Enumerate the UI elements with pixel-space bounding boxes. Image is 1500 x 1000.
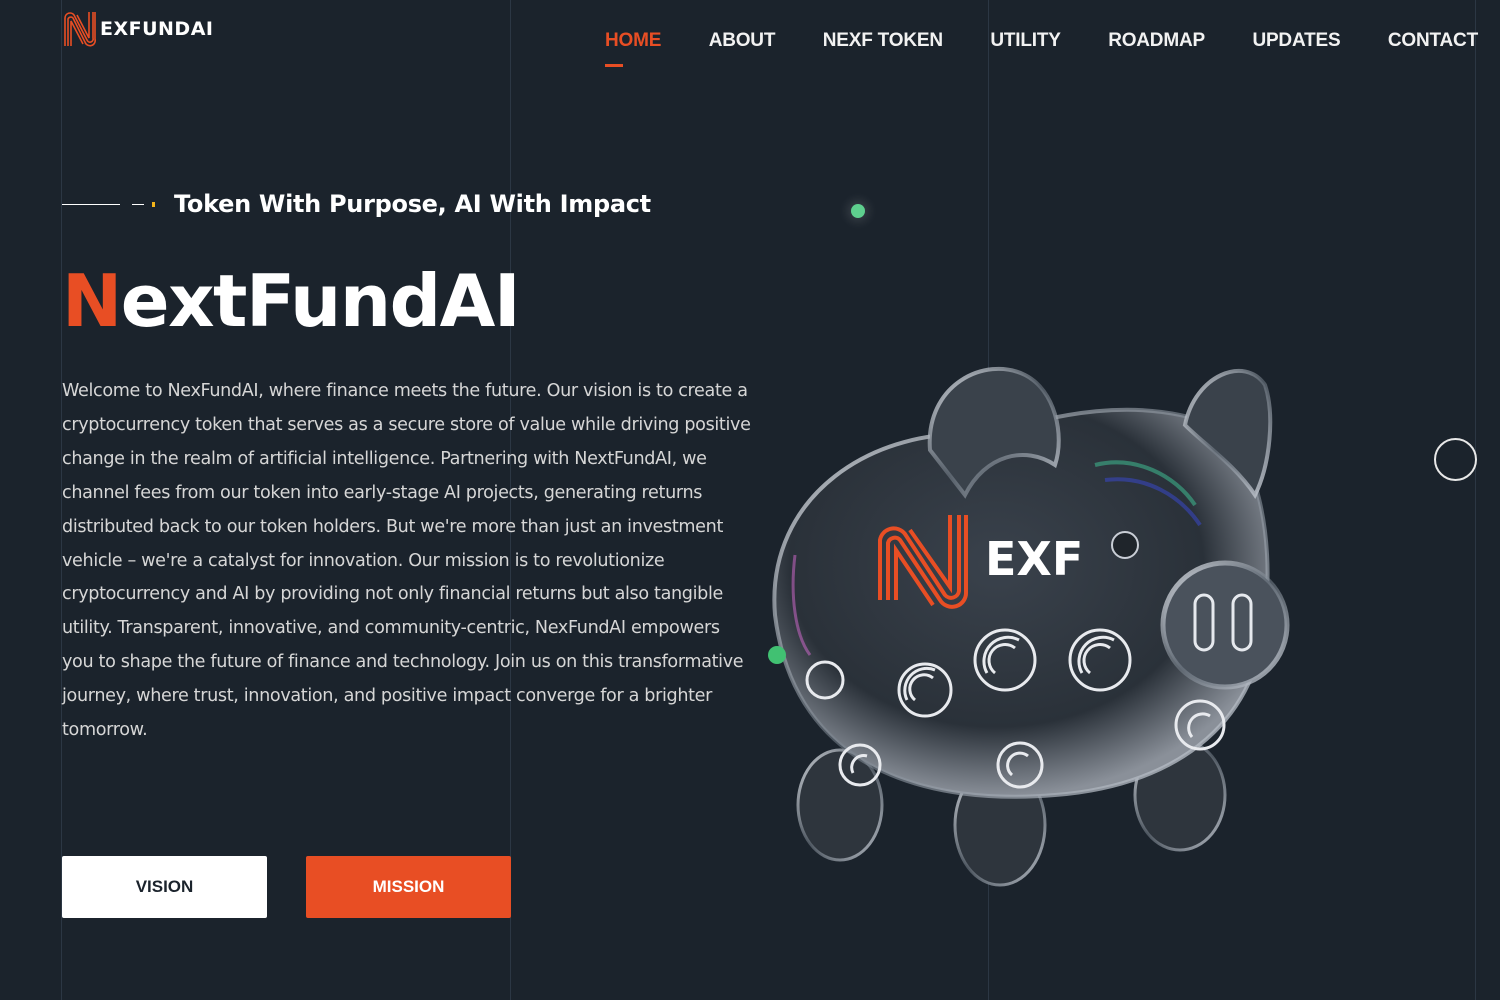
nav-utility[interactable]: UTILITY [990, 30, 1061, 52]
decor-line [62, 203, 120, 205]
pig-snout [1160, 560, 1290, 690]
decor-dot [152, 201, 155, 207]
nav-updates[interactable]: UPDATES [1252, 30, 1340, 52]
hero-description: Welcome to NexFundAI, where finance meet… [62, 381, 751, 741]
hero-title: NextFundAI [62, 256, 521, 346]
nav-label: UPDATES [1252, 30, 1341, 51]
nav-home[interactable]: HOME [605, 30, 662, 67]
nav-nexf-token[interactable]: NEXF TOKEN [823, 30, 943, 52]
nav-label: ABOUT [708, 30, 776, 51]
nav-label: CONTACT [1387, 30, 1478, 51]
hero-title-accent: N [62, 259, 122, 343]
nav-label: UTILITY [990, 30, 1061, 51]
grid-line [1475, 0, 1476, 1000]
hero-tagline-row: Token With Purpose, AI With Impact [62, 190, 651, 218]
nav-label: HOME [605, 30, 662, 51]
nexfundai-n-logo-icon [64, 12, 97, 47]
piggy-bank-image: EXF [768, 366, 1290, 887]
nav-contact[interactable]: CONTACT [1388, 30, 1478, 52]
hero-title-rest: extFundAI [120, 259, 521, 343]
nav-label: ROADMAP [1108, 30, 1205, 51]
decor-line [132, 203, 144, 205]
nav-roadmap[interactable]: ROADMAP [1108, 30, 1205, 52]
nav-about[interactable]: ABOUT [709, 30, 776, 52]
main-nav: HOME ABOUT NEXF TOKEN UTILITY ROADMAP UP… [605, 30, 1478, 67]
circle-cursor-icon[interactable] [1434, 438, 1477, 481]
logo-text: EXFUNDAI [100, 18, 214, 40]
green-dot-icon [851, 204, 865, 218]
active-indicator [605, 64, 623, 67]
mission-button[interactable]: MISSION [306, 856, 511, 918]
site-logo[interactable]: EXFUNDAI [62, 10, 213, 48]
vision-button[interactable]: VISION [62, 856, 267, 918]
nav-label: NEXF TOKEN [822, 30, 943, 51]
piggy-logo-text: EXF [985, 532, 1083, 586]
hero-tagline: Token With Purpose, AI With Impact [174, 190, 651, 218]
